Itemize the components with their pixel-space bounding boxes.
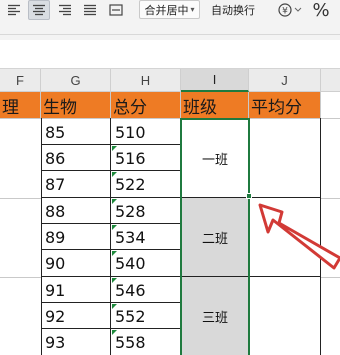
cell-biology[interactable]: 85 — [41, 119, 111, 145]
header-cell-biology[interactable]: 生物 — [41, 92, 111, 118]
merge-center-label: 合并居中 — [144, 3, 189, 17]
error-indicator-icon — [112, 172, 117, 177]
cell-biology[interactable]: 90 — [41, 250, 111, 276]
cell-total[interactable]: 558 — [111, 329, 181, 355]
cell-biology[interactable]: 92 — [41, 303, 111, 329]
header-cell-class[interactable]: 班级 — [181, 92, 249, 118]
gridline — [321, 198, 340, 199]
error-indicator-icon — [112, 146, 117, 151]
column-header-j[interactable]: J — [249, 69, 321, 92]
gridline — [40, 92, 41, 118]
cell-total[interactable]: 546 — [111, 277, 181, 303]
cell-biology[interactable]: 89 — [41, 224, 111, 250]
cell-total[interactable]: 552 — [111, 303, 181, 329]
align-right-icon[interactable] — [55, 0, 75, 20]
error-indicator-icon — [112, 330, 117, 335]
column-header-i[interactable]: I — [181, 69, 249, 92]
distributed-align-icon[interactable] — [106, 0, 126, 20]
cell-biology[interactable]: 91 — [41, 277, 111, 303]
merge-center-button[interactable]: 合并居中 ▾ — [139, 0, 200, 19]
cell-border — [41, 328, 181, 329]
cell-border — [320, 118, 321, 355]
cell-border — [41, 249, 181, 250]
cell-total[interactable]: 528 — [111, 198, 181, 224]
cell-biology[interactable]: 88 — [41, 198, 111, 224]
error-indicator-icon — [112, 304, 117, 309]
chevron-down-icon[interactable]: ▾ — [190, 5, 194, 14]
currency-icon[interactable]: ¥ — [276, 0, 304, 20]
worksheet-grid: 理 生物 总分 班级 平均分 一班 二班 三班 85 510 86 516 87… — [0, 92, 340, 355]
cell-biology[interactable]: 86 — [41, 145, 111, 171]
error-indicator-icon — [112, 251, 117, 256]
percent-style-button[interactable]: % — [306, 0, 336, 21]
gridline — [0, 118, 340, 119]
cell-border — [41, 170, 181, 171]
cell-border — [41, 223, 181, 224]
error-indicator-icon — [112, 199, 117, 204]
gridline — [110, 92, 111, 118]
gridline — [321, 277, 340, 278]
ribbon-divider — [0, 34, 340, 35]
cell-border — [41, 276, 321, 277]
cell-biology[interactable]: 87 — [41, 171, 111, 197]
align-center-icon[interactable] — [28, 0, 50, 20]
cell-total[interactable]: 522 — [111, 171, 181, 197]
cell-border — [180, 118, 181, 355]
cell-border — [41, 118, 42, 355]
column-header-h[interactable]: H — [111, 69, 181, 92]
gridline — [0, 277, 41, 278]
column-header-f[interactable]: F — [0, 69, 41, 92]
wrap-text-button[interactable]: 自动换行 — [208, 0, 258, 20]
gridline — [0, 198, 41, 199]
error-indicator-icon — [112, 225, 117, 230]
header-cell-f[interactable]: 理 — [0, 92, 41, 118]
svg-text:¥: ¥ — [282, 7, 288, 17]
cell-total[interactable]: 540 — [111, 250, 181, 276]
header-cell-total[interactable]: 总分 — [111, 92, 181, 118]
column-header-g[interactable]: G — [41, 69, 111, 92]
cell-border — [41, 197, 321, 198]
merged-cell-class-3[interactable]: 三班 — [181, 277, 249, 355]
cell-total[interactable]: 534 — [111, 224, 181, 250]
gridline — [180, 92, 181, 118]
cell-biology[interactable]: 93 — [41, 329, 111, 355]
align-left-icon[interactable] — [4, 0, 24, 20]
merged-cell-class-1[interactable]: 一班 — [181, 119, 249, 198]
align-justify-icon[interactable] — [80, 0, 100, 20]
cell-border — [110, 118, 111, 355]
fill-handle[interactable] — [246, 193, 252, 199]
merged-cell-class-2[interactable]: 二班 — [181, 198, 249, 277]
error-indicator-icon — [112, 278, 117, 283]
cell-border — [41, 302, 181, 303]
header-cell-average[interactable]: 平均分 — [249, 92, 321, 118]
gridline — [248, 92, 249, 118]
cell-border — [249, 118, 250, 355]
column-header-bar: F G H I J — [0, 68, 340, 92]
ribbon-toolbar: 合并居中 ▾ 自动换行 ¥ % — [0, 0, 340, 40]
cell-total[interactable]: 510 — [111, 119, 181, 145]
cell-border — [41, 144, 181, 145]
cell-total[interactable]: 516 — [111, 145, 181, 171]
